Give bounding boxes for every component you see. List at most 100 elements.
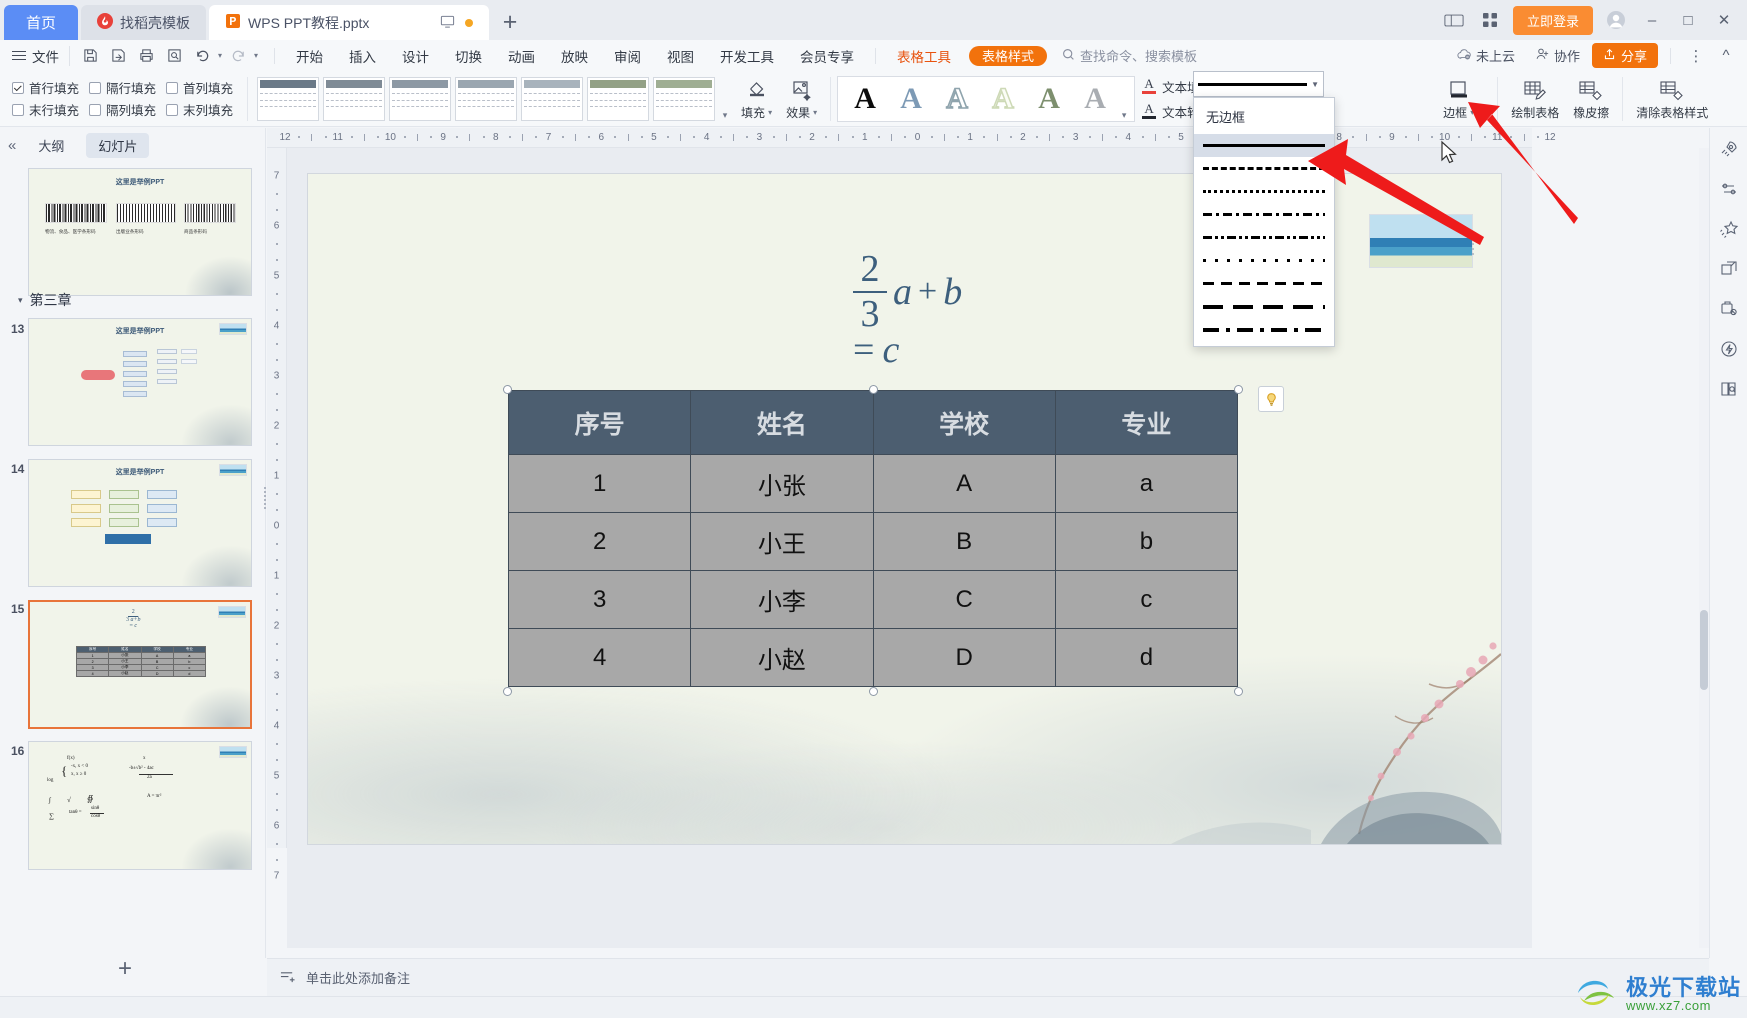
menu-item-2[interactable]: 设计 (389, 40, 442, 71)
login-button[interactable]: 立即登录 (1512, 5, 1593, 35)
resize-handle-tl[interactable] (503, 385, 512, 394)
more-options-icon[interactable]: ⋮ (1683, 43, 1709, 69)
view-toggle-icon[interactable] (1441, 7, 1467, 33)
undo-icon[interactable] (190, 45, 214, 67)
new-tab-button[interactable]: + (489, 5, 531, 40)
resize-handle-tc[interactable] (869, 385, 878, 394)
menu-item-6[interactable]: 审阅 (601, 40, 654, 71)
slide-thumbnail-14[interactable]: 这里是举例PPT (28, 459, 252, 587)
table-header-cell[interactable]: 学校 (872, 390, 1056, 455)
vertical-ruler[interactable]: 7 6 5 4 3 2 1 0 1 2 3 4 5 6 7 (267, 148, 287, 882)
book-search-icon[interactable] (1716, 376, 1742, 402)
checkbox-first-row-fill[interactable]: 首行填充 (12, 78, 79, 97)
chevron-down-icon[interactable]: ▼ (1311, 80, 1319, 89)
table-style-option[interactable] (323, 76, 386, 121)
menu-item-0[interactable]: 开始 (283, 40, 336, 71)
table-effect-button[interactable]: 效果 ▾ (779, 77, 824, 121)
border-line-style-combo[interactable]: ▼ (1193, 71, 1324, 97)
star-effect-icon[interactable] (1716, 216, 1742, 242)
settings-slider-icon[interactable] (1716, 176, 1742, 202)
table-cell[interactable]: C (872, 570, 1056, 629)
dropdown-item-long-dash-dot[interactable] (1194, 318, 1334, 341)
redo-icon[interactable] (226, 45, 250, 67)
qat-more-icon[interactable]: ▾ (254, 51, 258, 60)
tab-document[interactable]: WPS PPT教程.pptx (209, 5, 490, 40)
checkbox-first-col-fill[interactable]: 首列填充 (166, 78, 233, 97)
checkbox-banded-rows[interactable]: 隔行填充 (89, 78, 156, 97)
tab-outline[interactable]: 大纲 (26, 133, 76, 158)
menu-item-8[interactable]: 开发工具 (707, 40, 787, 71)
menu-item-5[interactable]: 放映 (548, 40, 601, 71)
add-slide-button[interactable]: + (118, 955, 132, 983)
table-cell[interactable]: 1 (507, 454, 692, 513)
wordart-style-5[interactable]: A (1026, 77, 1072, 121)
dropdown-item-sparse-dot[interactable] (1194, 249, 1334, 272)
tab-home[interactable]: 首页 (4, 5, 79, 40)
table-style-option[interactable] (455, 76, 518, 121)
canvas-scrollbar-thumb[interactable] (1700, 610, 1708, 690)
table-cell[interactable]: A (872, 454, 1056, 513)
table-cell[interactable]: 小王 (690, 512, 874, 571)
smart-suggestion-button[interactable] (1258, 386, 1284, 412)
table-style-option[interactable] (587, 76, 650, 121)
table-style-option[interactable] (521, 76, 584, 121)
picture-frame-icon[interactable] (1716, 256, 1742, 282)
design-ideas-icon[interactable] (1716, 296, 1742, 322)
wordart-style-3[interactable]: A (934, 77, 980, 121)
grid-view-icon[interactable] (1477, 7, 1503, 33)
slide-canvas[interactable]: 2 3 a + b = c 序号 姓名 学校 专业 1 小张 A a 2 小王 … (287, 148, 1532, 948)
slide-thumbnail-12[interactable]: 这里是举例PPT 物流、食品、医学条形码 出版业条形码 商品条形码 (28, 168, 252, 296)
menu-item-1[interactable]: 插入 (336, 40, 389, 71)
notes-pane[interactable]: 单击此处添加备注 (267, 958, 1709, 996)
rocket-icon[interactable] (1716, 136, 1742, 162)
menu-item-7[interactable]: 视图 (654, 40, 707, 71)
collaborate-button[interactable]: 协作 (1527, 46, 1588, 65)
collapse-panel-icon[interactable]: « (8, 137, 16, 154)
tab-slides[interactable]: 幻灯片 (86, 132, 150, 158)
table-header-cell[interactable]: 姓名 (690, 390, 874, 455)
slide-thumbnail-16[interactable]: f(x) { -x, x < 0 x, x ≥ 0 log x -b±√b² -… (28, 741, 252, 870)
dropdown-item-no-border[interactable]: 无边框 (1194, 102, 1334, 134)
table-fill-button[interactable]: 填充 ▾ (734, 77, 779, 121)
print-preview-icon[interactable] (162, 45, 186, 67)
dropdown-item-long-dash[interactable] (1194, 295, 1334, 318)
chevron-down-icon[interactable]: ▾ (813, 108, 817, 117)
table-cell[interactable]: 4 (507, 628, 692, 687)
table-cell[interactable]: 3 (507, 570, 692, 629)
close-icon[interactable]: ✕ (1711, 7, 1737, 33)
tab-find-template[interactable]: 找稻壳模板 (81, 5, 207, 40)
table-cell[interactable]: a (1054, 454, 1239, 513)
present-screen-icon[interactable] (440, 14, 455, 32)
menu-item-3[interactable]: 切换 (442, 40, 495, 71)
canvas-scrollbar-track[interactable] (1699, 148, 1709, 948)
menu-item-table-style[interactable]: 表格样式 (969, 45, 1048, 66)
table-header-cell[interactable]: 序号 (507, 390, 692, 455)
table-cell[interactable]: 2 (507, 512, 692, 571)
share-button[interactable]: 分享 (1591, 43, 1658, 68)
table-style-option[interactable] (653, 76, 716, 121)
clear-table-style-button[interactable]: 清除表格样式 (1629, 77, 1715, 121)
resize-handle-bl[interactable] (503, 687, 512, 696)
print-icon[interactable] (134, 45, 158, 67)
wordart-more-icon[interactable]: ▾ (1118, 77, 1130, 121)
lightning-icon[interactable] (1716, 336, 1742, 362)
chevron-down-icon[interactable]: ▾ (768, 108, 772, 117)
menu-item-table-tools[interactable]: 表格工具 (884, 40, 964, 71)
resize-handle-bc[interactable] (869, 687, 878, 696)
table-cell[interactable]: 小李 (690, 570, 874, 629)
table-style-more-icon[interactable]: ▾ (719, 77, 731, 121)
slide-formula[interactable]: 2 3 a + b = c (853, 250, 962, 372)
table-cell[interactable]: D (872, 628, 1056, 687)
slide-table[interactable]: 序号 姓名 学校 专业 1 小张 A a 2 小王 B b 3 小李 C c 4… (507, 390, 1239, 687)
maximize-icon[interactable]: □ (1675, 7, 1701, 33)
wordart-style-2[interactable]: A (888, 77, 934, 121)
menu-item-9[interactable]: 会员专享 (787, 40, 867, 71)
avatar-icon[interactable] (1603, 7, 1629, 33)
minimize-icon[interactable]: – (1639, 7, 1665, 33)
table-cell[interactable]: b (1054, 512, 1239, 571)
wordart-style-6[interactable]: A (1072, 77, 1118, 121)
collapse-ribbon-icon[interactable]: ^ (1713, 43, 1739, 69)
table-style-option[interactable] (257, 76, 320, 121)
file-menu-button[interactable]: 文件 (0, 46, 69, 66)
wordart-style-4[interactable]: A (980, 77, 1026, 121)
